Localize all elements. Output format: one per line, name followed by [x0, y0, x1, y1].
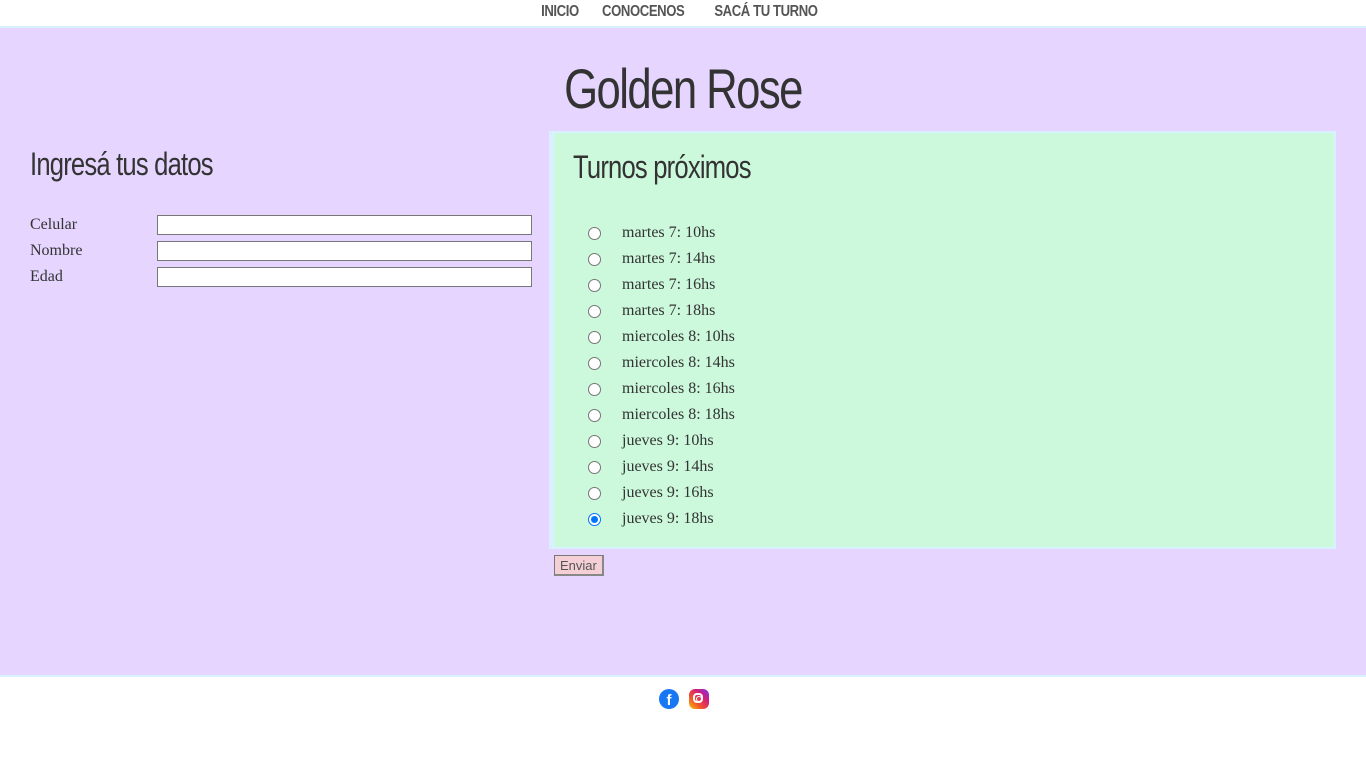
form-fields: Celular Nombre Edad	[30, 212, 540, 290]
slot-radio[interactable]	[588, 304, 601, 318]
nav-link-inicio[interactable]: INICIO	[541, 3, 579, 21]
slot-radio[interactable]	[588, 460, 601, 474]
site-title: Golden Rose	[564, 57, 803, 120]
slot-list: martes 7: 10hs martes 7: 14hs martes 7: …	[588, 220, 735, 532]
edad-label: Edad	[30, 268, 63, 285]
slot-radio[interactable]	[588, 512, 601, 526]
slot-radio[interactable]	[588, 226, 601, 240]
slot-option[interactable]: miercoles 8: 16hs	[588, 376, 735, 402]
slot-radio[interactable]	[588, 382, 601, 396]
footer: f	[0, 675, 1366, 770]
slot-label: martes 7: 10hs	[622, 224, 716, 241]
field-row-edad: Edad	[30, 264, 540, 290]
slot-label: miercoles 8: 10hs	[622, 328, 735, 345]
slot-option[interactable]: martes 7: 14hs	[588, 246, 735, 272]
upcoming-slots-panel: Turnos próximos martes 7: 10hs martes 7:…	[549, 131, 1336, 549]
slot-option[interactable]: jueves 9: 14hs	[588, 454, 735, 480]
slot-label: jueves 9: 14hs	[622, 458, 714, 475]
nav-link-saca-tu-turno[interactable]: SACÁ TU TURNO	[715, 3, 819, 21]
slot-option[interactable]: martes 7: 18hs	[588, 298, 735, 324]
main-section: Golden Rose Ingresá tus datos Celular No…	[0, 28, 1366, 675]
facebook-icon[interactable]: f	[659, 689, 679, 709]
slot-label: miercoles 8: 14hs	[622, 354, 735, 371]
nav-link-conocenos[interactable]: CONOCENOS	[602, 3, 685, 21]
slot-option[interactable]: jueves 9: 10hs	[588, 428, 735, 454]
slot-label: martes 7: 18hs	[622, 302, 716, 319]
personal-data-form: Ingresá tus datos Celular Nombre Edad	[30, 146, 540, 290]
slot-option[interactable]: martes 7: 10hs	[588, 220, 735, 246]
slot-radio[interactable]	[588, 408, 601, 422]
slot-option[interactable]: jueves 9: 16hs	[588, 480, 735, 506]
slot-label: miercoles 8: 16hs	[622, 380, 735, 397]
slot-radio[interactable]	[588, 330, 601, 344]
edad-input[interactable]	[157, 267, 532, 287]
field-row-nombre: Nombre	[30, 238, 540, 264]
submit-button[interactable]: Enviar	[554, 555, 604, 576]
slot-radio[interactable]	[588, 252, 601, 266]
nombre-input[interactable]	[157, 241, 532, 261]
slot-option[interactable]: martes 7: 16hs	[588, 272, 735, 298]
slot-option[interactable]: jueves 9: 18hs	[588, 506, 735, 532]
slot-option[interactable]: miercoles 8: 10hs	[588, 324, 735, 350]
top-nav: INICIO CONOCENOS SACÁ TU TURNO	[0, 0, 1366, 28]
field-row-celular: Celular	[30, 212, 540, 238]
slot-label: jueves 9: 18hs	[622, 510, 714, 527]
slot-radio[interactable]	[588, 434, 601, 448]
slot-label: martes 7: 16hs	[622, 276, 716, 293]
slot-radio[interactable]	[588, 486, 601, 500]
celular-label: Celular	[30, 216, 78, 233]
slot-label: miercoles 8: 18hs	[622, 406, 735, 423]
slot-label: jueves 9: 10hs	[622, 432, 714, 449]
celular-input[interactable]	[157, 215, 532, 235]
instagram-icon[interactable]	[689, 689, 709, 709]
slot-option[interactable]: miercoles 8: 18hs	[588, 402, 735, 428]
slot-radio[interactable]	[588, 356, 601, 370]
nombre-label: Nombre	[30, 242, 83, 259]
slot-label: martes 7: 14hs	[622, 250, 716, 267]
form-title: Ingresá tus datos	[30, 146, 214, 182]
social-links: f	[659, 689, 709, 709]
slot-radio[interactable]	[588, 278, 601, 292]
slot-option[interactable]: miercoles 8: 14hs	[588, 350, 735, 376]
slot-label: jueves 9: 16hs	[622, 484, 714, 501]
slots-title: Turnos próximos	[573, 149, 751, 185]
